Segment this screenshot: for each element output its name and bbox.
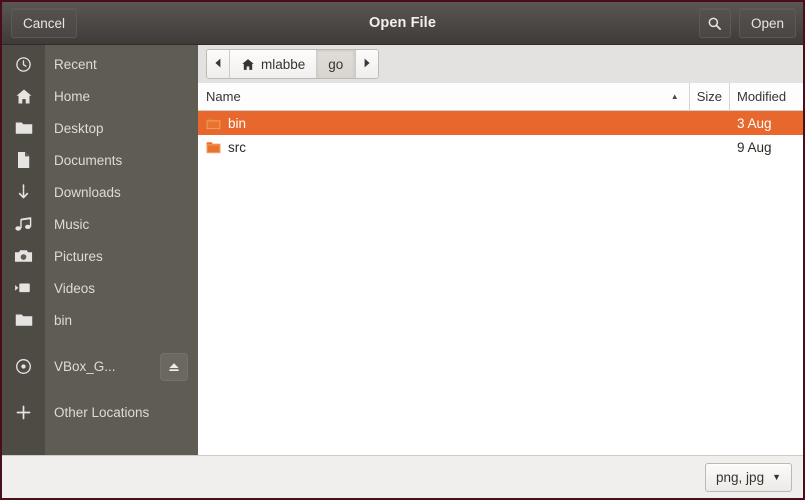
bottom-bar: png, jpg ▼ [2,455,803,498]
breadcrumb-forward-button[interactable] [355,50,379,78]
table-row[interactable]: src 9 Aug [198,135,803,159]
file-name-cell: src [198,140,693,155]
title-bar: Cancel Open File Open [2,2,803,45]
eject-icon [167,361,181,373]
sidebar-item-vbox-guest-additions[interactable]: VBox_G... [2,350,198,382]
table-row[interactable]: bin 3 Aug [198,111,803,135]
cancel-button[interactable]: Cancel [11,8,78,38]
sidebar-separator [2,336,198,350]
sidebar-item-bin[interactable]: bin [2,304,198,336]
sidebar-item-label: Other Locations [54,404,150,420]
sidebar-item-videos[interactable]: Videos [2,272,198,304]
sidebar-item-documents[interactable]: Documents [2,144,198,176]
sidebar-item-label: Recent [54,56,97,72]
sidebar-item-music[interactable]: Music [2,208,198,240]
column-header-size[interactable]: Size [690,83,730,110]
sort-ascending-icon: ▲ [670,92,679,101]
eject-button[interactable] [160,353,188,381]
file-name-label: src [228,139,246,155]
sidebar-item-label: Documents [54,152,123,168]
file-browser-pane: mlabbe go Name ▲ Size Modified bin 3 Aug… [198,45,803,455]
breadcrumb-item-label: mlabbe [261,56,306,72]
search-button[interactable] [698,8,731,38]
sidebar-item-label: VBox_G... [54,358,116,374]
column-header-label: Modified [737,89,787,104]
disc-icon [2,358,45,375]
dialog-body: Recent Home Desktop Documents Downloads … [2,45,803,455]
column-header-label: Name [206,89,241,104]
chevron-down-icon: ▼ [772,472,781,482]
path-bar: mlabbe go [198,45,803,83]
video-camera-icon [2,281,45,295]
sidebar-item-label: Desktop [54,120,104,136]
column-header-modified[interactable]: Modified [730,83,803,110]
sidebar-item-other-locations[interactable]: Other Locations [2,396,198,428]
chevron-right-icon [363,58,371,70]
folder-icon [206,141,221,154]
sidebar-item-label: Music [54,216,90,232]
open-button[interactable]: Open [738,8,796,38]
breadcrumb-item-label: go [328,56,344,72]
breadcrumb-item-go[interactable]: go [317,50,356,78]
file-type-filter-dropdown[interactable]: png, jpg ▼ [705,462,792,492]
home-icon [241,58,255,71]
sidebar-item-label: Downloads [54,184,121,200]
document-icon [2,151,45,169]
sidebar-item-label: Videos [54,280,96,296]
sidebar-item-recent[interactable]: Recent [2,48,198,80]
folder-icon [206,117,221,130]
breadcrumb-back-button[interactable] [207,50,230,78]
sidebar-separator [2,382,198,396]
sidebar-item-downloads[interactable]: Downloads [2,176,198,208]
column-header-name[interactable]: Name ▲ [198,83,690,110]
column-header-label: Size [696,89,722,104]
plus-icon [2,404,45,421]
file-name-label: bin [228,115,247,131]
home-icon [2,88,45,105]
music-note-icon [2,216,45,233]
clock-icon [2,56,45,73]
search-icon [707,16,722,31]
chevron-left-icon [214,58,222,70]
file-modified-cell: 9 Aug [737,139,772,155]
places-list: Recent Home Desktop Documents Downloads … [2,45,198,428]
sidebar-item-pictures[interactable]: Pictures [2,240,198,272]
sidebar-item-label: bin [54,312,73,328]
file-name-cell: bin [198,116,693,131]
camera-icon [2,248,45,264]
sidebar-item-label: Pictures [54,248,103,264]
breadcrumb: mlabbe go [206,49,380,79]
open-button-label: Open [750,15,784,31]
download-icon [2,183,45,201]
sidebar-item-label: Home [54,88,91,104]
open-file-dialog: Cancel Open File Open Recent Home Deskto… [0,0,805,500]
dialog-title: Open File [369,15,436,31]
titlebar-right-group: Open [698,8,796,38]
file-list[interactable]: bin 3 Aug src 9 Aug [198,111,803,455]
folder-icon [2,312,45,328]
places-sidebar[interactable]: Recent Home Desktop Documents Downloads … [2,45,198,455]
sidebar-item-home[interactable]: Home [2,80,198,112]
folder-icon [2,120,45,136]
file-type-filter-label: png, jpg [716,469,765,485]
cancel-button-label: Cancel [23,15,66,31]
file-list-header: Name ▲ Size Modified [198,83,803,111]
sidebar-item-desktop[interactable]: Desktop [2,112,198,144]
file-modified-cell: 3 Aug [737,115,772,131]
breadcrumb-item-mlabbe[interactable]: mlabbe [230,50,318,78]
